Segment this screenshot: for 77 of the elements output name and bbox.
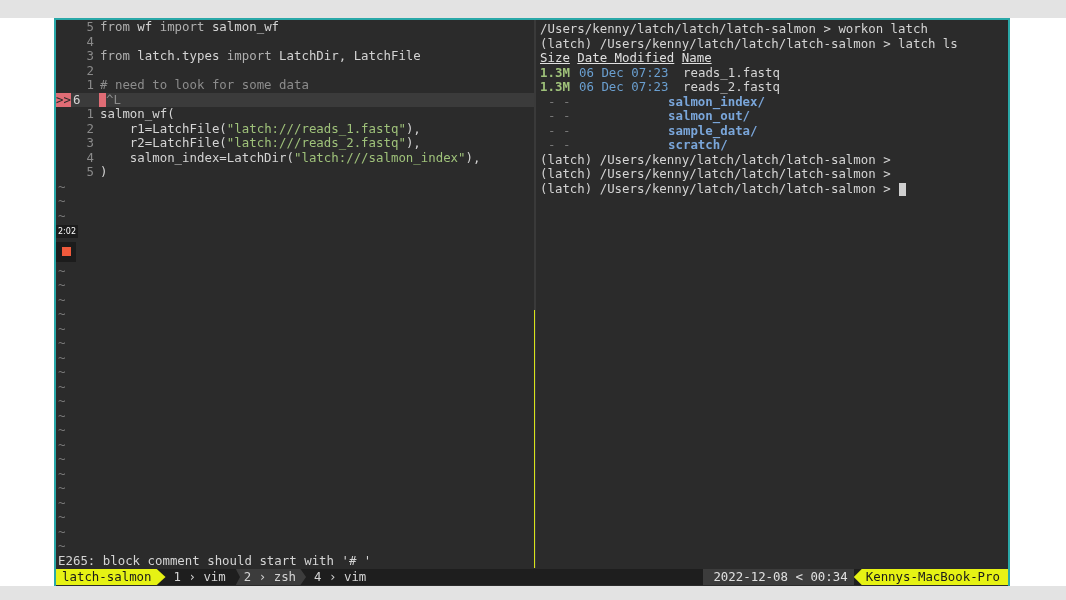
code-line: # need to look for some data xyxy=(100,78,309,93)
file-name: reads_1.fastq xyxy=(683,65,780,80)
terminal-line: /Users/kenny/latch/latch/latch-salmon > workon latch xyxy=(540,22,928,37)
empty-line-marker: ~ xyxy=(57,539,67,554)
recording-timer: 2:02 xyxy=(56,224,78,238)
empty-line-marker: ~ xyxy=(57,423,67,438)
line-number: 3 xyxy=(85,49,95,64)
error-marker xyxy=(98,92,106,107)
empty-line-marker: ~ xyxy=(57,336,67,351)
line-number: 2 xyxy=(85,121,95,136)
terminal-line: (latch) /Users/kenny/latch/latch/latch-salmon > xyxy=(540,152,891,167)
file-date: 06 Dec 07:23 xyxy=(579,80,670,95)
code-line: r1=LatchFile("latch:///reads_1.fastq"), xyxy=(129,121,421,136)
code-line: salmon_wf( xyxy=(100,107,175,122)
code-line: ^L xyxy=(105,92,121,107)
error-sign: >> xyxy=(56,92,71,107)
folder-name: salmon_index/ xyxy=(668,94,765,109)
line-number: 1 xyxy=(85,78,95,93)
empty-line-marker: ~ xyxy=(57,365,67,380)
stop-button[interactable] xyxy=(56,241,76,262)
empty-line-marker: ~ xyxy=(57,292,67,307)
empty-line-marker: ~ xyxy=(57,394,67,409)
line-number: 5 xyxy=(85,165,95,180)
terminal-line: (latch) /Users/kenny/latch/latch/latch-salmon > xyxy=(540,181,891,196)
code-line: from wf import salmon_wf xyxy=(100,20,280,35)
empty-line-marker: ~ xyxy=(57,466,67,481)
code-line: r2=LatchFile("latch:///reads_2.fastq"), xyxy=(128,136,421,151)
file-size: 1.3M xyxy=(540,80,571,95)
empty-line-marker: ~ xyxy=(57,350,67,365)
empty-line-marker: ~ xyxy=(57,437,67,452)
empty-line-marker: ~ xyxy=(57,208,67,223)
line-number: 5 xyxy=(85,20,95,35)
folder-name: scratch/ xyxy=(668,138,728,153)
error-message: E265: block comment should start with '# ' xyxy=(57,553,373,568)
file-name: reads_2.fastq xyxy=(683,80,780,95)
window-tab[interactable]: 2 › zsh xyxy=(235,569,307,585)
file-size: 1.3M xyxy=(540,65,571,80)
line-number: 1 xyxy=(85,107,95,122)
line-number: 3 xyxy=(85,136,95,151)
empty-line-marker: ~ xyxy=(57,495,67,510)
empty-line-marker: ~ xyxy=(57,510,67,525)
window-tab[interactable]: 4 › vim xyxy=(306,569,377,585)
file-size: - - xyxy=(547,109,572,124)
terminal-line: (latch) /Users/kenny/latch/latch/latch-salmon > latch ls xyxy=(540,36,958,51)
line-number: 4 xyxy=(85,150,95,165)
folder-name: salmon_out/ xyxy=(668,109,751,124)
file-size: - - xyxy=(547,94,572,109)
column-header: Date Modified xyxy=(577,51,675,66)
file-size: - - xyxy=(547,123,572,138)
column-header: Size xyxy=(540,51,570,66)
empty-line-marker: ~ xyxy=(57,179,67,194)
folder-name: sample_data/ xyxy=(668,123,758,138)
session-name: latch-salmon xyxy=(56,569,166,585)
empty-line-marker: ~ xyxy=(57,408,67,423)
window-tab[interactable]: 1 › vim xyxy=(165,569,236,585)
stop-icon xyxy=(61,247,71,257)
date-time: 2022-12-08 < 00:34 xyxy=(703,569,854,585)
empty-line-marker: ~ xyxy=(57,307,67,322)
code-line: ) xyxy=(100,165,108,180)
column-header: Name xyxy=(681,51,712,66)
empty-line-marker: ~ xyxy=(57,524,67,539)
empty-line-marker: ~ xyxy=(57,321,67,336)
line-number: 6 xyxy=(71,92,82,107)
empty-line-marker: ~ xyxy=(57,278,67,293)
file-size: - - xyxy=(547,138,572,153)
code-line: salmon_index=LatchDir("latch:///salmon_index"), xyxy=(128,150,481,165)
host-name: Kennys-MacBook-Pro xyxy=(853,569,1008,585)
empty-line-marker: ~ xyxy=(57,452,67,467)
line-number: 2 xyxy=(85,63,95,78)
empty-line-marker: ~ xyxy=(57,194,67,209)
line-number: 4 xyxy=(85,34,95,49)
terminal-line: (latch) /Users/kenny/latch/latch/latch-salmon > xyxy=(540,167,891,182)
file-date: 06 Dec 07:23 xyxy=(579,65,670,80)
empty-line-marker: ~ xyxy=(57,481,67,496)
empty-line-marker: ~ xyxy=(57,263,67,278)
code-line: from latch.types import LatchDir, LatchFile xyxy=(100,49,421,64)
empty-line-marker: ~ xyxy=(57,379,67,394)
